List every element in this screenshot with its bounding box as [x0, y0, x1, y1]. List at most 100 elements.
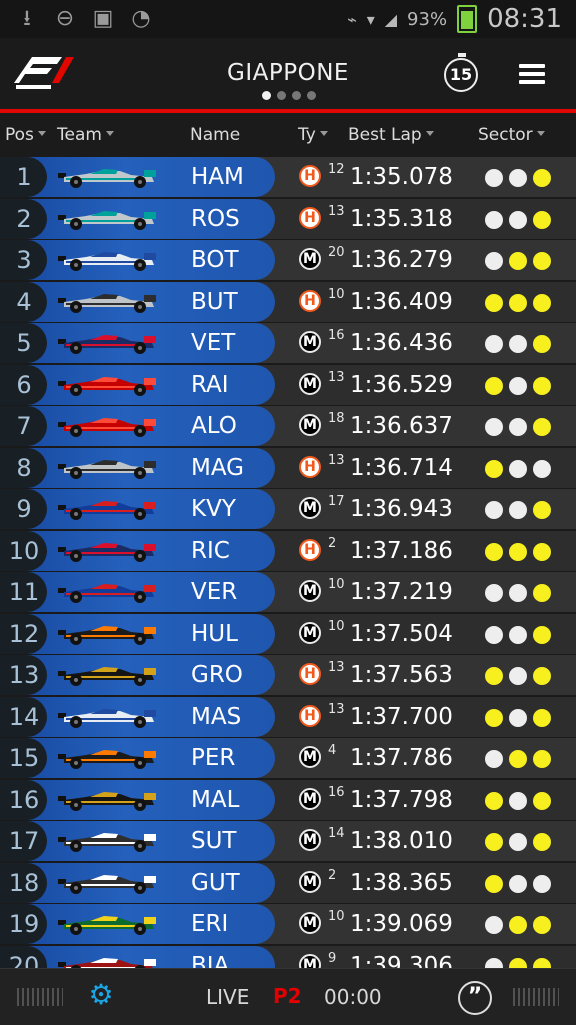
tyre-icon: M — [299, 787, 321, 810]
column-sector[interactable]: Sector — [478, 125, 545, 145]
driver-name: MAL — [191, 786, 240, 813]
position-number: 15 — [8, 744, 40, 772]
column-best-lap[interactable]: Best Lap — [348, 125, 434, 145]
sector-indicators — [485, 874, 551, 893]
column-tyre[interactable]: Ty — [298, 125, 328, 145]
team-car-icon — [56, 165, 158, 189]
position-number: 14 — [8, 702, 40, 731]
left-drag-handle[interactable] — [17, 988, 63, 1006]
table-row[interactable]: 7 ALO M 18 1:36.637 — [0, 406, 576, 446]
sector-indicators — [485, 584, 551, 602]
table-row[interactable]: 11 VER M 10 1:37.219 — [0, 572, 576, 612]
sector-dot — [533, 210, 551, 229]
sector-indicators — [485, 418, 551, 436]
driver-name: BIA — [191, 952, 230, 969]
best-lap-time: 1:37.798 — [350, 786, 453, 813]
position-number: 3 — [16, 246, 32, 274]
tyre-laps: 2 — [328, 535, 337, 551]
column-team[interactable]: Team — [57, 125, 114, 145]
sector-dot — [533, 667, 551, 685]
best-lap-time: 1:37.219 — [350, 579, 453, 605]
sector-dot — [485, 210, 503, 229]
driver-name: MAS — [191, 703, 242, 730]
tyre-icon: M — [299, 953, 321, 968]
sector-dot — [485, 833, 503, 851]
sector-indicators — [485, 957, 551, 968]
sector-dot — [485, 791, 503, 810]
sector-dot — [533, 916, 551, 934]
tyre-laps: 20 — [328, 245, 345, 260]
table-row[interactable]: 14 MAS H 13 1:37.700 — [0, 696, 576, 737]
sector-dot — [533, 750, 551, 768]
page-dot[interactable] — [262, 91, 271, 100]
sector-dot — [533, 625, 551, 644]
table-row[interactable]: 4 BUT H 10 1:36.409 — [0, 281, 576, 322]
tyre-icon: M — [299, 580, 321, 602]
sector-dot — [485, 874, 503, 893]
sector-dot — [533, 459, 551, 478]
table-row[interactable]: 10 RIC H 2 1:37.186 — [0, 530, 576, 571]
best-lap-time: 1:36.529 — [350, 371, 453, 398]
right-drag-handle[interactable] — [513, 988, 559, 1006]
tyre-icon: H — [299, 206, 321, 229]
sector-dot — [485, 501, 503, 519]
menu-icon[interactable] — [519, 64, 545, 84]
tyre-icon: H — [299, 289, 321, 312]
sector-dot — [509, 293, 527, 312]
chat-icon[interactable]: ” — [458, 981, 492, 1015]
page-dot[interactable] — [292, 91, 301, 100]
page-dot[interactable] — [307, 91, 316, 100]
sector-dot — [509, 874, 527, 893]
gear-icon[interactable]: ⚙ — [87, 981, 115, 1009]
best-lap-time: 1:38.010 — [350, 828, 453, 854]
table-row[interactable]: 17 SUT M 14 1:38.010 — [0, 821, 576, 861]
table-row[interactable]: 9 KVY M 17 1:36.943 — [0, 489, 576, 529]
tyre-icon: H — [299, 704, 321, 727]
driver-name: BOT — [191, 247, 239, 273]
table-row[interactable]: 5 VET M 16 1:36.436 — [0, 323, 576, 363]
tyre-laps: 13 — [328, 203, 345, 219]
table-row[interactable]: 13 GRO H 13 1:37.563 — [0, 655, 576, 695]
best-lap-time: 1:36.409 — [350, 288, 453, 315]
sector-dot — [485, 418, 503, 436]
driver-name: VER — [191, 579, 238, 605]
team-car-icon — [56, 248, 158, 272]
table-row[interactable]: 1 HAM H 12 1:35.078 — [0, 157, 576, 197]
sector-dot — [533, 708, 551, 727]
status-time: 08:31 — [487, 4, 562, 34]
table-row[interactable]: 18 GUT M 2 1:38.365 — [0, 862, 576, 903]
tyre-icon: M — [299, 746, 321, 768]
gallery-icon: ▣ — [92, 6, 114, 31]
table-row[interactable]: 15 PER M 4 1:37.786 — [0, 738, 576, 778]
sector-dot — [533, 833, 551, 851]
table-row[interactable]: 3 BOT M 20 1:36.279 — [0, 240, 576, 280]
table-row[interactable]: 2 ROS H 13 1:35.318 — [0, 198, 576, 239]
stopwatch-button[interactable]: 15 — [444, 53, 478, 92]
sector-dot — [509, 459, 527, 478]
driver-name: GUT — [191, 869, 240, 896]
best-lap-time: 1:36.943 — [350, 496, 453, 522]
sector-dot — [533, 791, 551, 810]
best-lap-time: 1:36.436 — [350, 330, 453, 356]
tyre-laps: 10 — [328, 286, 345, 302]
sector-dot — [485, 667, 503, 685]
table-row[interactable]: 8 MAG H 13 1:36.714 — [0, 447, 576, 488]
battery-percent: 93% — [407, 8, 448, 30]
sector-indicators — [485, 335, 551, 353]
table-row[interactable]: 19 ERI M 10 1:39.069 — [0, 904, 576, 944]
column-pos[interactable]: Pos — [5, 125, 46, 145]
team-car-icon — [56, 705, 158, 729]
table-row[interactable]: 20 BIA M 9 1:39.306 — [0, 945, 576, 969]
sector-dot — [509, 750, 527, 768]
page-dot[interactable] — [277, 91, 286, 100]
best-lap-time: 1:37.504 — [350, 620, 453, 647]
best-lap-time: 1:36.714 — [350, 454, 453, 481]
table-row[interactable]: 16 MAL M 16 1:37.798 — [0, 779, 576, 820]
session-label: P2 — [273, 984, 302, 1008]
table-row[interactable]: 6 RAI M 13 1:36.529 — [0, 364, 576, 405]
team-car-icon — [56, 373, 158, 397]
table-row[interactable]: 12 HUL M 10 1:37.504 — [0, 613, 576, 654]
sector-dot — [533, 542, 551, 561]
column-name[interactable]: Name — [190, 125, 240, 145]
sector-indicators — [485, 791, 551, 810]
